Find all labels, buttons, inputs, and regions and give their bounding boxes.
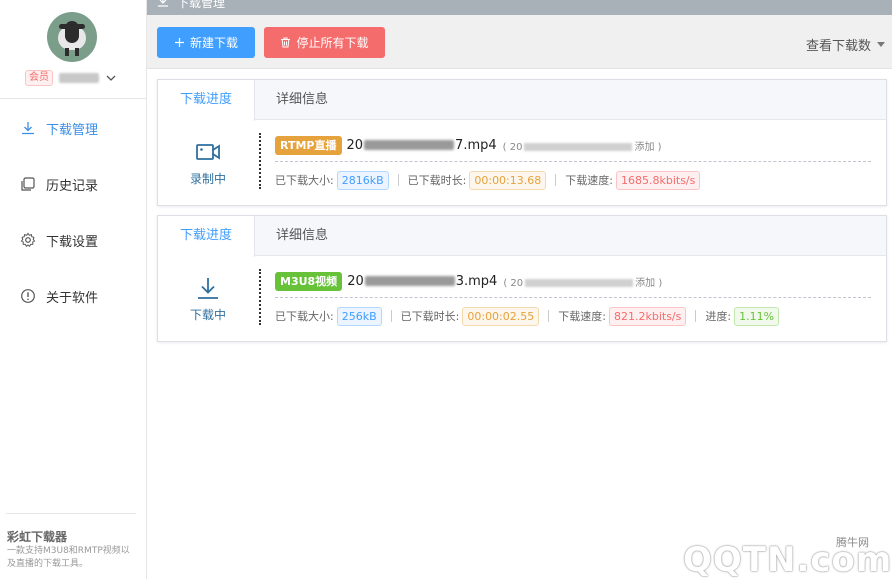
- sidebar-item-label: 下载设置: [46, 234, 99, 250]
- chevron-down-icon[interactable]: [105, 72, 117, 84]
- state-label: 录制中: [189, 171, 226, 186]
- file-name: 20 7.mp4: [346, 137, 497, 153]
- size-value: 256kB: [336, 306, 382, 326]
- file-title-row: RTMP直播 20 7.mp4 ( 20 添加 ): [275, 135, 662, 155]
- sidebar-item-label: 下载管理: [46, 122, 99, 138]
- duration-value: 00:00:02.55: [462, 306, 540, 326]
- sidebar: 会员 下载管理 历史记录 下载设置 关于软件 彩虹下载器 一款支持M3U8和RM…: [0, 0, 147, 579]
- speed-label: 下载速度:: [558, 310, 606, 323]
- app-description: 一款支持M3U8和RMTP视频以及直播的下载工具。: [7, 546, 130, 569]
- type-tag: RTMP直播: [275, 135, 342, 155]
- separator: [548, 310, 550, 322]
- download-card: 下载进度 详细信息 录制中 RTMP直播 20 7.mp4 ( 20 添加 ) 已下…: [157, 79, 887, 206]
- info-icon: [21, 289, 35, 303]
- downloading-state: 下载中: [158, 257, 258, 341]
- tab-progress[interactable]: 下载进度: [158, 216, 255, 257]
- sidebar-item-about[interactable]: 关于软件: [20, 286, 98, 306]
- progress-value: 1.11%: [734, 306, 780, 326]
- plus-icon: [174, 38, 184, 47]
- divider: [275, 297, 871, 298]
- watermark: 腾牛网 QQTN.com: [683, 530, 891, 579]
- speed-value: 821.2kbits/s: [608, 306, 687, 326]
- gear-icon: [20, 232, 36, 248]
- video-camera-icon: [196, 143, 220, 160]
- title-bar: 下载管理: [147, 0, 892, 15]
- divider: [259, 133, 261, 189]
- size-value: 2816kB: [336, 170, 389, 190]
- tab-detail[interactable]: 详细信息: [276, 80, 328, 120]
- dropdown-label: 查看下载数: [805, 39, 871, 54]
- app-name: 彩虹下载器: [7, 530, 68, 544]
- download-icon: [158, 0, 168, 7]
- type-tag: M3U8视频: [275, 271, 343, 291]
- divider: [6, 513, 136, 514]
- sidebar-item-label: 历史记录: [46, 178, 99, 194]
- added-time: ( 20 添加 ): [503, 277, 663, 289]
- separator: [397, 174, 399, 186]
- card-tabs: 下载进度 详细信息: [158, 80, 886, 121]
- view-count-dropdown[interactable]: 查看下载数: [806, 35, 885, 54]
- sidebar-item-history[interactable]: 历史记录: [20, 174, 98, 194]
- speed-label: 下载速度:: [565, 174, 613, 187]
- divider: [259, 269, 261, 325]
- divider: [275, 161, 871, 162]
- duration-label: 已下载时长:: [407, 174, 467, 187]
- file-name: 20 3.mp4: [347, 273, 498, 289]
- download-arrow-icon: [198, 277, 218, 299]
- sidebar-item-download-manager[interactable]: 下载管理: [20, 118, 98, 138]
- sidebar-item-label: 关于软件: [46, 290, 99, 306]
- tab-detail[interactable]: 详细信息: [276, 216, 328, 256]
- trash-icon: [281, 37, 291, 48]
- stats-row: 已下载大小: 256kB 已下载时长: 00:00:02.55 下载速度: 82…: [275, 306, 780, 326]
- stats-row: 已下载大小: 2816kB 已下载时长: 00:00:13.68 下载速度: 1…: [275, 170, 701, 190]
- page-title: 下载管理: [177, 0, 226, 10]
- size-label: 已下载大小:: [275, 310, 334, 323]
- separator: [695, 310, 697, 322]
- download-card: 下载进度 详细信息 下载中 M3U8视频 20 3.mp4 ( 20 添加 ) 已下…: [157, 215, 887, 342]
- button-label: 新建下载: [189, 36, 238, 50]
- download-icon: [22, 122, 34, 135]
- toolbar: 新建下载 停止所有下载 查看下载数: [147, 15, 892, 69]
- user-menu[interactable]: 会员: [25, 70, 117, 86]
- divider: [0, 98, 146, 99]
- card-tabs: 下载进度 详细信息: [158, 216, 886, 257]
- sidebar-item-settings[interactable]: 下载设置: [20, 230, 98, 250]
- new-download-button[interactable]: 新建下载: [157, 27, 255, 58]
- history-icon: [21, 177, 35, 191]
- recording-state: 录制中: [158, 121, 258, 205]
- watermark-logo: QQTN.com: [683, 540, 892, 579]
- progress-label: 进度:: [705, 310, 732, 323]
- button-label: 停止所有下载: [296, 36, 369, 50]
- stop-all-button[interactable]: 停止所有下载: [264, 27, 385, 58]
- tab-progress[interactable]: 下载进度: [158, 80, 255, 121]
- separator: [390, 310, 392, 322]
- added-time: ( 20 添加 ): [502, 141, 662, 153]
- username-blurred: [59, 73, 99, 83]
- speed-value: 1685.8kbits/s: [615, 170, 701, 190]
- duration-value: 00:00:13.68: [469, 170, 547, 190]
- member-badge: 会员: [25, 70, 53, 86]
- avatar[interactable]: [47, 12, 97, 62]
- file-title-row: M3U8视频 20 3.mp4 ( 20 添加 ): [275, 271, 662, 291]
- duration-label: 已下载时长:: [400, 310, 460, 323]
- size-label: 已下载大小:: [275, 174, 334, 187]
- caret-down-icon: [877, 42, 885, 47]
- state-label: 下载中: [189, 307, 226, 322]
- separator: [555, 174, 557, 186]
